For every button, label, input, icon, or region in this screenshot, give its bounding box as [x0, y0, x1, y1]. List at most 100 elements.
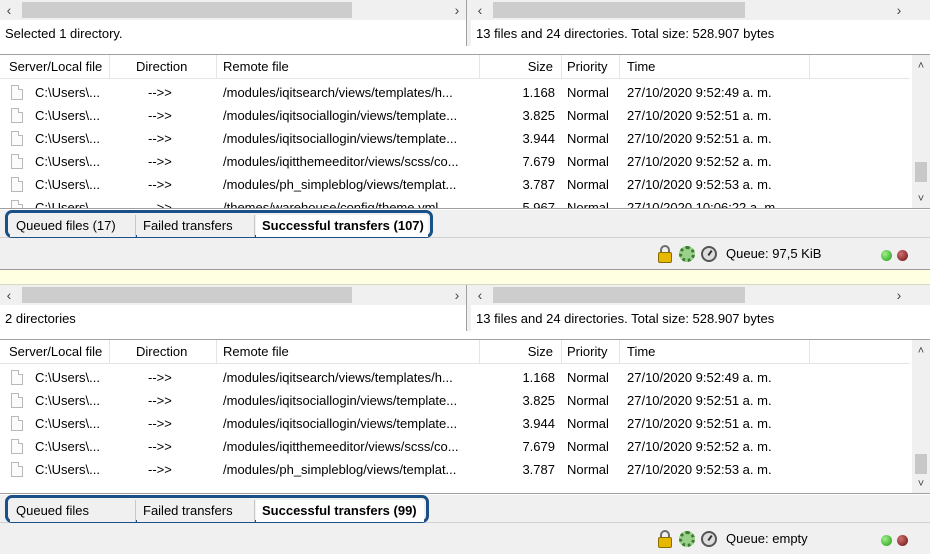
local-file-cell: C:\Users\... [35, 177, 101, 192]
column-size[interactable]: Size [480, 340, 562, 364]
scroll-up-icon[interactable]: ˄ [912, 57, 930, 75]
file-icon [11, 131, 23, 146]
queue-status: Queue: empty [726, 531, 808, 546]
column-direction[interactable]: Direction [131, 55, 217, 79]
lock-icon [656, 245, 674, 263]
priority-cell: Normal [567, 108, 609, 123]
priority-cell: Normal [567, 462, 609, 477]
scrollbar-thumb[interactable] [22, 2, 352, 18]
tab-successful-transfers[interactable]: Successful transfers (99) [256, 500, 424, 522]
column-priority[interactable]: Priority [562, 340, 620, 364]
direction-cell: -->> [148, 108, 172, 123]
local-horizontal-scrollbar[interactable]: ‹ › [0, 285, 466, 305]
scroll-right-icon[interactable]: › [890, 285, 908, 305]
transfer-list[interactable]: Server/Local file Direction Remote file … [0, 339, 930, 494]
time-cell: 27/10/2020 9:52:53 a. m. [627, 462, 772, 477]
local-horizontal-scrollbar[interactable]: ‹ › [0, 0, 466, 20]
transfer-list-header: Server/Local file Direction Remote file … [0, 340, 910, 364]
priority-cell: Normal [567, 439, 609, 454]
time-cell: 27/10/2020 9:52:49 a. m. [627, 370, 772, 385]
priority-cell: Normal [567, 154, 609, 169]
remote-horizontal-scrollbar[interactable]: ‹ › [471, 285, 930, 305]
remote-status-text: 13 files and 24 directories. Total size:… [476, 311, 775, 326]
scroll-right-icon[interactable]: › [890, 0, 908, 20]
column-remote-file[interactable]: Remote file [218, 55, 480, 79]
column-server-local-file[interactable]: Server/Local file [4, 340, 110, 364]
scroll-down-icon[interactable]: ˅ [912, 190, 930, 208]
direction-cell: -->> [148, 200, 172, 209]
tab-queued-files[interactable]: Queued files [10, 500, 136, 522]
file-icon [11, 439, 23, 454]
scrollbar-thumb[interactable] [22, 287, 352, 303]
scroll-right-icon[interactable]: › [448, 285, 466, 305]
time-cell: 27/10/2020 9:52:52 a. m. [627, 154, 772, 169]
size-cell: 5.967 [522, 200, 555, 209]
file-icon [11, 177, 23, 192]
scroll-left-icon[interactable]: ‹ [471, 285, 489, 305]
scrollbar-thumb[interactable] [915, 454, 927, 474]
table-row[interactable]: C:\Users\... -->> /modules/ph_simpleblog/v… [0, 458, 910, 481]
table-row[interactable]: C:\Users\... -->> /modules/ph_simpleblog/v… [0, 173, 910, 196]
speed-limit-icon[interactable] [700, 245, 718, 263]
top-panel: ‹ › ‹ › Selected 1 directory. 13 files a… [0, 0, 930, 269]
send-indicator-icon [897, 250, 908, 261]
direction-cell: -->> [148, 154, 172, 169]
local-file-cell: C:\Users\... [35, 439, 101, 454]
column-time[interactable]: Time [622, 340, 810, 364]
send-indicator-icon [897, 535, 908, 546]
table-row[interactable]: C:\Users\... -->> /themes/warehouse/config… [0, 196, 910, 209]
table-row[interactable]: C:\Users\... -->> /modules/iqitthemeeditor… [0, 435, 910, 458]
tab-successful-transfers[interactable]: Successful transfers (107) [256, 215, 428, 237]
time-cell: 27/10/2020 10:06:22 a. m. [627, 200, 779, 209]
queue-tabs: Queued files Failed transfers Successful… [0, 495, 930, 523]
table-row[interactable]: C:\Users\... -->> /modules/iqitsociallogin… [0, 412, 910, 435]
scroll-up-icon[interactable]: ˄ [912, 342, 930, 360]
time-cell: 27/10/2020 9:52:51 a. m. [627, 416, 772, 431]
column-priority[interactable]: Priority [562, 55, 620, 79]
column-direction[interactable]: Direction [131, 340, 217, 364]
tab-failed-transfers[interactable]: Failed transfers [137, 215, 255, 237]
scroll-left-icon[interactable]: ‹ [471, 0, 489, 20]
transfer-list[interactable]: Server/Local file Direction Remote file … [0, 54, 930, 209]
remote-file-cell: /themes/warehouse/config/theme.yml [223, 200, 439, 209]
priority-cell: Normal [567, 393, 609, 408]
vertical-scrollbar[interactable]: ˄ ˅ [912, 55, 930, 208]
time-cell: 27/10/2020 9:52:52 a. m. [627, 439, 772, 454]
time-cell: 27/10/2020 9:52:51 a. m. [627, 108, 772, 123]
tab-failed-transfers[interactable]: Failed transfers [137, 500, 255, 522]
column-server-local-file[interactable]: Server/Local file [4, 55, 110, 79]
gear-icon[interactable] [678, 245, 696, 263]
table-row[interactable]: C:\Users\... -->> /modules/iqitsociallogin… [0, 389, 910, 412]
remote-file-cell: /modules/iqitsearch/views/templates/h... [223, 85, 453, 100]
speed-limit-icon[interactable] [700, 530, 718, 548]
scroll-left-icon[interactable]: ‹ [0, 285, 18, 305]
vertical-scrollbar[interactable]: ˄ ˅ [912, 340, 930, 493]
file-icon [11, 416, 23, 431]
transfer-list-header: Server/Local file Direction Remote file … [0, 55, 910, 79]
column-size[interactable]: Size [480, 55, 562, 79]
remote-horizontal-scrollbar[interactable]: ‹ › [471, 0, 930, 20]
table-row[interactable]: C:\Users\... -->> /modules/iqitsearch/view… [0, 366, 910, 389]
scrollbar-thumb[interactable] [493, 2, 745, 18]
gear-icon[interactable] [678, 530, 696, 548]
scroll-left-icon[interactable]: ‹ [0, 0, 18, 20]
queue-tabs: Queued files (17) Failed transfers Succe… [0, 210, 930, 238]
column-remote-file[interactable]: Remote file [218, 340, 480, 364]
status-bar: Queue: 97,5 KiB [0, 238, 930, 269]
scrollbar-thumb[interactable] [493, 287, 745, 303]
table-row[interactable]: C:\Users\... -->> /modules/iqitsearch/view… [0, 81, 910, 104]
direction-cell: -->> [148, 131, 172, 146]
tab-queued-files[interactable]: Queued files (17) [10, 215, 136, 237]
size-cell: 7.679 [522, 154, 555, 169]
scroll-down-icon[interactable]: ˅ [912, 475, 930, 493]
table-row[interactable]: C:\Users\... -->> /modules/iqitsociallogin… [0, 127, 910, 150]
size-cell: 3.825 [522, 108, 555, 123]
column-time[interactable]: Time [622, 55, 810, 79]
priority-cell: Normal [567, 85, 609, 100]
table-row[interactable]: C:\Users\... -->> /modules/iqitsociallogin… [0, 104, 910, 127]
scrollbar-thumb[interactable] [915, 162, 927, 182]
size-cell: 3.787 [522, 462, 555, 477]
scroll-right-icon[interactable]: › [448, 0, 466, 20]
time-cell: 27/10/2020 9:52:53 a. m. [627, 177, 772, 192]
table-row[interactable]: C:\Users\... -->> /modules/iqitthemeeditor… [0, 150, 910, 173]
